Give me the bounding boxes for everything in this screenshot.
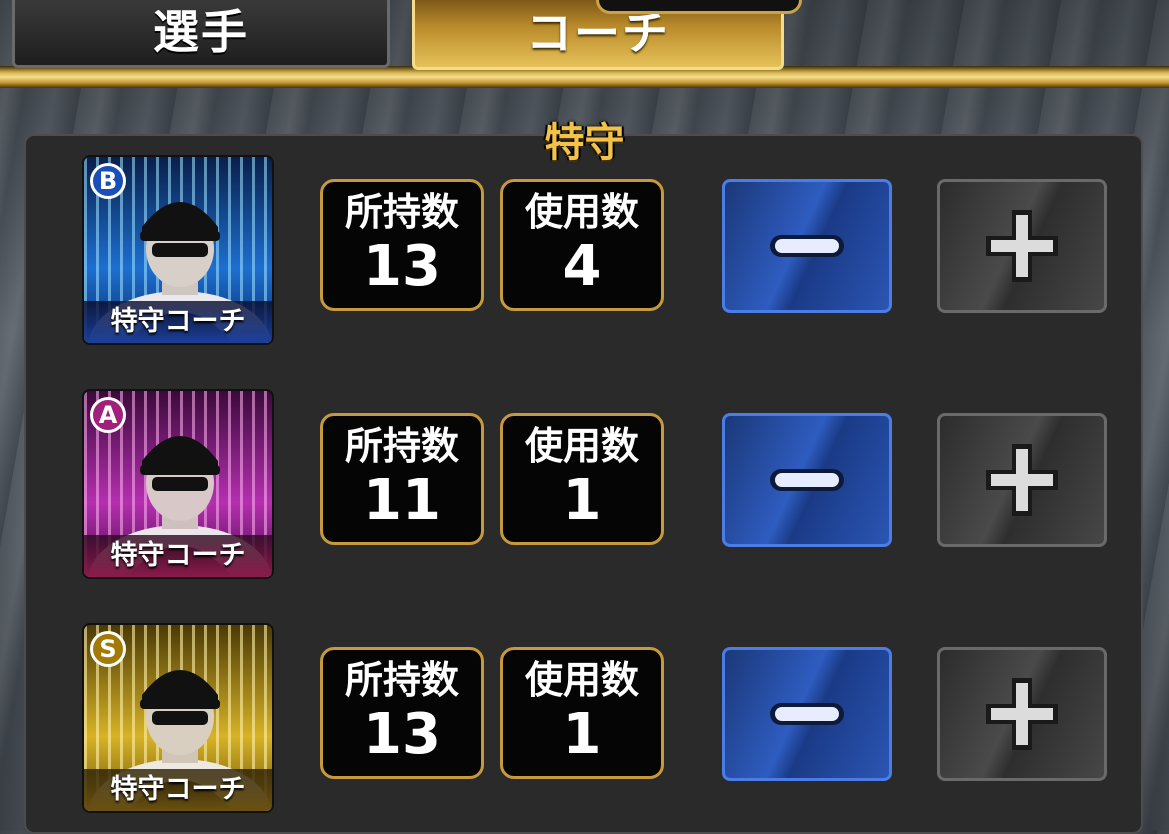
used-label: 使用数	[524, 658, 639, 702]
used-value: 1	[562, 468, 602, 533]
decrease-button[interactable]	[722, 413, 892, 547]
decrease-button[interactable]	[722, 179, 892, 313]
owned-value: 13	[363, 702, 441, 767]
used-value: 1	[562, 702, 602, 767]
used-value: 4	[562, 234, 602, 299]
owned-value: 13	[363, 234, 441, 299]
used-count-box: 使用数 4	[500, 179, 664, 311]
used-count-box: 使用数 1	[500, 647, 664, 779]
owned-label: 所持数	[344, 658, 459, 702]
owned-count-box: 所持数 11	[320, 413, 484, 545]
minus-icon	[770, 235, 844, 257]
rank-badge: S	[90, 631, 126, 667]
owned-label: 所持数	[344, 190, 459, 234]
minus-icon	[770, 469, 844, 491]
used-label: 使用数	[524, 424, 639, 468]
owned-value: 11	[363, 468, 441, 533]
coach-card[interactable]: S 特守コーチ	[82, 623, 274, 813]
coach-row-s: S 特守コーチ 所持数 13 使用数 1	[0, 623, 1169, 813]
used-count-box: 使用数 1	[500, 413, 664, 545]
tab-players[interactable]: 選手	[12, 0, 390, 68]
plus-icon	[986, 444, 1058, 516]
coach-name: 特守コーチ	[84, 535, 272, 577]
rank-badge: B	[90, 163, 126, 199]
rank-badge: A	[90, 397, 126, 433]
used-label: 使用数	[524, 190, 639, 234]
decrease-button[interactable]	[722, 647, 892, 781]
coach-row-b: B 特守コーチ 所持数 13 使用数 4	[0, 155, 1169, 345]
owned-count-box: 所持数 13	[320, 647, 484, 779]
coach-row-a: A 特守コーチ 所持数 11 使用数 1	[0, 389, 1169, 579]
owned-count-box: 所持数 13	[320, 179, 484, 311]
increase-button[interactable]	[937, 413, 1107, 547]
plus-icon	[986, 210, 1058, 282]
minus-icon	[770, 703, 844, 725]
coach-card[interactable]: A 特守コーチ	[82, 389, 274, 579]
tab-notch-decoration	[596, 0, 802, 14]
plus-icon	[986, 678, 1058, 750]
coach-card[interactable]: B 特守コーチ	[82, 155, 274, 345]
coach-name: 特守コーチ	[84, 301, 272, 343]
owned-label: 所持数	[344, 424, 459, 468]
increase-button[interactable]	[937, 647, 1107, 781]
coach-name: 特守コーチ	[84, 769, 272, 811]
increase-button[interactable]	[937, 179, 1107, 313]
